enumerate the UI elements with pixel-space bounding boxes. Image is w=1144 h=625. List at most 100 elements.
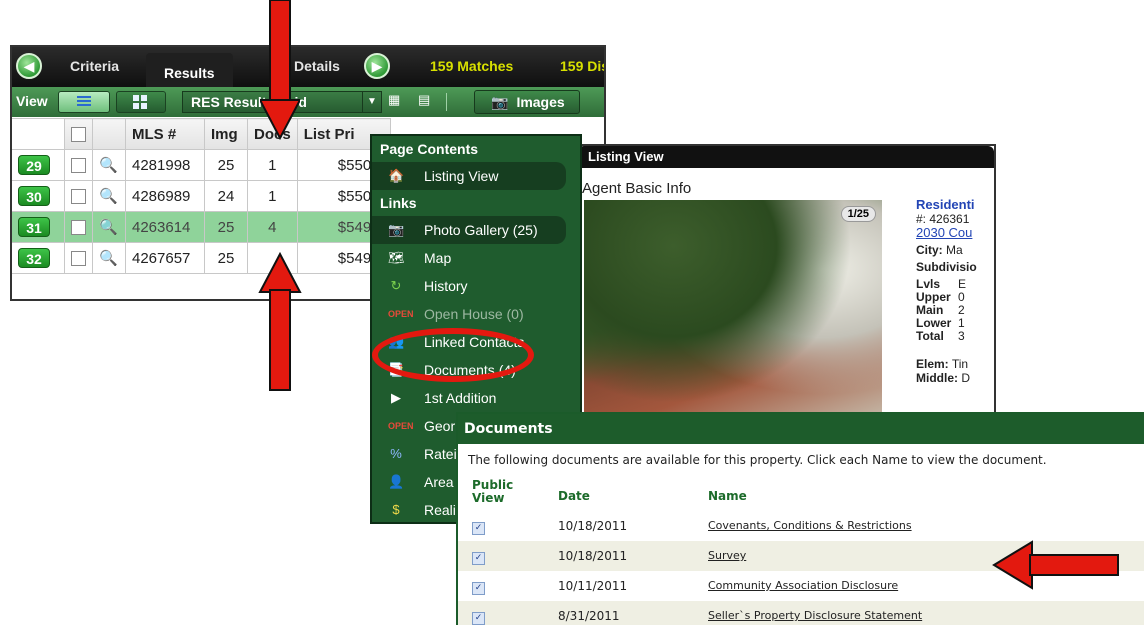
select-all-checkbox[interactable] bbox=[71, 127, 86, 143]
images-button-label: Images bbox=[516, 94, 565, 110]
action-header bbox=[92, 118, 126, 150]
row-number-badge[interactable]: 32 bbox=[18, 248, 50, 268]
public-view-checkbox[interactable]: ✓ bbox=[472, 552, 485, 565]
sidebar-item-1st-addition[interactable]: ▶ 1st Addition bbox=[372, 384, 580, 412]
row-number-badge[interactable]: 30 bbox=[18, 186, 50, 206]
document-date: 10/11/2011 bbox=[558, 579, 628, 593]
documents-intro: The following documents are available fo… bbox=[468, 453, 1047, 467]
back-arrow-icon[interactable]: ◀ bbox=[16, 53, 42, 79]
select-all-header bbox=[64, 118, 93, 150]
level-value: 2 bbox=[958, 303, 965, 317]
results-toolbar: View RES Results Grid ▼ ▦ ▤ 📷 Images bbox=[12, 87, 604, 117]
listing-view-header: Listing View bbox=[578, 146, 994, 168]
cell-docs[interactable]: 1 bbox=[247, 180, 298, 212]
documents-title: Documents bbox=[458, 414, 1144, 444]
displayed-count: 159 Dis bbox=[560, 58, 606, 74]
level-value: 1 bbox=[958, 316, 965, 330]
magnifier-icon[interactable]: 🔍 bbox=[99, 156, 118, 174]
table-header-row: MLS # Img Docs List Pri bbox=[12, 118, 391, 150]
city-value: Ma bbox=[946, 243, 963, 257]
col-img[interactable]: Img bbox=[204, 118, 248, 150]
forward-arrow-icon[interactable]: ▶ bbox=[364, 53, 390, 79]
sidebar-item-map[interactable]: 🗺 Map bbox=[372, 244, 580, 272]
elem-value: Tin bbox=[951, 357, 969, 371]
history-icon: ↻ bbox=[390, 278, 402, 293]
sidebar-item-label: Area bbox=[424, 474, 454, 490]
grid-view-icon bbox=[133, 95, 147, 109]
magnifier-icon[interactable]: 🔍 bbox=[99, 187, 118, 205]
export-icon[interactable]: ▤ bbox=[418, 92, 434, 110]
col-public-view: Public View bbox=[472, 478, 514, 505]
sidebar-item-label: Listing View bbox=[424, 168, 499, 184]
magnifier-icon[interactable]: 🔍 bbox=[99, 249, 118, 267]
agent-basic-info-heading: Agent Basic Info bbox=[582, 180, 692, 197]
sidebar-item-history[interactable]: ↻ History bbox=[372, 272, 580, 300]
tab-criteria[interactable]: Criteria bbox=[70, 58, 119, 74]
cell-mls: 4267657 bbox=[125, 242, 205, 274]
grid-view-button[interactable] bbox=[116, 91, 166, 113]
row-checkbox[interactable] bbox=[71, 251, 86, 267]
view-label: View bbox=[16, 93, 48, 109]
camera-icon: 📷 bbox=[491, 94, 509, 110]
row-checkbox[interactable] bbox=[71, 158, 86, 174]
public-view-checkbox[interactable]: ✓ bbox=[472, 522, 485, 535]
print-icon[interactable]: ▦ bbox=[388, 92, 404, 110]
table-row[interactable]: 29 🔍 4281998 25 1 $550,0 bbox=[12, 149, 391, 181]
sidebar-item-open-house[interactable]: OPEN Open House (0) bbox=[372, 300, 580, 328]
row-number-badge[interactable]: 29 bbox=[18, 155, 50, 175]
open-house-icon: OPEN bbox=[388, 421, 414, 431]
tab-results[interactable]: Results bbox=[146, 53, 233, 87]
document-date: 10/18/2011 bbox=[558, 549, 628, 563]
tab-details[interactable]: Details bbox=[294, 58, 340, 74]
elem-label: Elem: bbox=[916, 357, 949, 371]
listing-number: #: 426361 bbox=[916, 212, 970, 226]
row-number-badge[interactable]: 31 bbox=[18, 217, 50, 237]
documents-panel: Documents The following documents are av… bbox=[456, 412, 1144, 625]
cell-img: 25 bbox=[204, 149, 248, 181]
chevron-down-icon: ▼ bbox=[362, 92, 381, 112]
document-link[interactable]: Community Association Disclosure bbox=[708, 579, 898, 592]
levels-block: Lvls E Upper 0 Main 2 Lower 1 Total 3 bbox=[916, 278, 977, 343]
magnifier-icon[interactable]: 🔍 bbox=[99, 218, 118, 236]
level-value: 3 bbox=[958, 329, 965, 343]
sidebar-item-listing-view[interactable]: 🏠 Listing View bbox=[372, 162, 566, 190]
cell-img: 24 bbox=[204, 180, 248, 212]
table-row[interactable]: 32 🔍 4267657 25 $549,9 bbox=[12, 242, 391, 274]
sidebar-item-label: Geor bbox=[424, 418, 456, 434]
city-label: City: bbox=[916, 243, 943, 257]
cell-docs[interactable]: 1 bbox=[247, 149, 298, 181]
sidebar-item-photo-gallery[interactable]: 📷 Photo Gallery (25) bbox=[372, 216, 566, 244]
open-house-icon: OPEN bbox=[388, 309, 414, 319]
listing-photo[interactable]: 1/25 bbox=[584, 200, 882, 430]
listing-address-link[interactable]: 2030 Cou bbox=[916, 226, 977, 240]
document-link[interactable]: Seller`s Property Disclosure Statement bbox=[708, 609, 922, 622]
images-button[interactable]: 📷 Images bbox=[474, 90, 580, 114]
col-mls[interactable]: MLS # bbox=[125, 118, 205, 150]
annotation-arrow-down bbox=[260, 0, 300, 140]
public-view-checkbox[interactable]: ✓ bbox=[472, 612, 485, 625]
row-checkbox[interactable] bbox=[71, 189, 86, 205]
row-checkbox[interactable] bbox=[71, 220, 86, 236]
level-value: E bbox=[958, 277, 967, 291]
middle-label: Middle: bbox=[916, 371, 958, 385]
public-view-checkbox[interactable]: ✓ bbox=[472, 582, 485, 595]
list-view-button[interactable] bbox=[58, 91, 110, 113]
property-type: Residenti bbox=[916, 197, 975, 212]
map-icon: 🗺 bbox=[388, 250, 405, 265]
cell-docs[interactable]: 4 bbox=[247, 211, 298, 243]
table-row[interactable]: 30 🔍 4286989 24 1 $550,0 bbox=[12, 180, 391, 212]
cell-mls: 4281998 bbox=[125, 149, 205, 181]
rate-icon: % bbox=[390, 446, 402, 461]
document-link[interactable]: Survey bbox=[708, 549, 746, 562]
table-row-selected[interactable]: 31 🔍 4263614 25 4 $549,9 bbox=[12, 211, 391, 243]
col-name: Name bbox=[708, 489, 747, 503]
documents-header-row: Public View Date Name bbox=[458, 475, 1144, 511]
listing-view-panel: Listing View Agent Basic Info 1/25 Resid… bbox=[576, 144, 996, 444]
camera-icon: 📷 bbox=[388, 222, 405, 237]
sidebar-item-label: Ratei bbox=[424, 446, 457, 462]
subdivision-label: Subdivisio bbox=[916, 260, 977, 274]
toolbar-divider bbox=[446, 93, 447, 111]
listing-info: Residenti #: 426361 2030 Cou City: Ma Su… bbox=[916, 197, 977, 386]
sidebar-item-label: 1st Addition bbox=[424, 390, 497, 406]
document-link[interactable]: Covenants, Conditions & Restrictions bbox=[708, 519, 912, 532]
